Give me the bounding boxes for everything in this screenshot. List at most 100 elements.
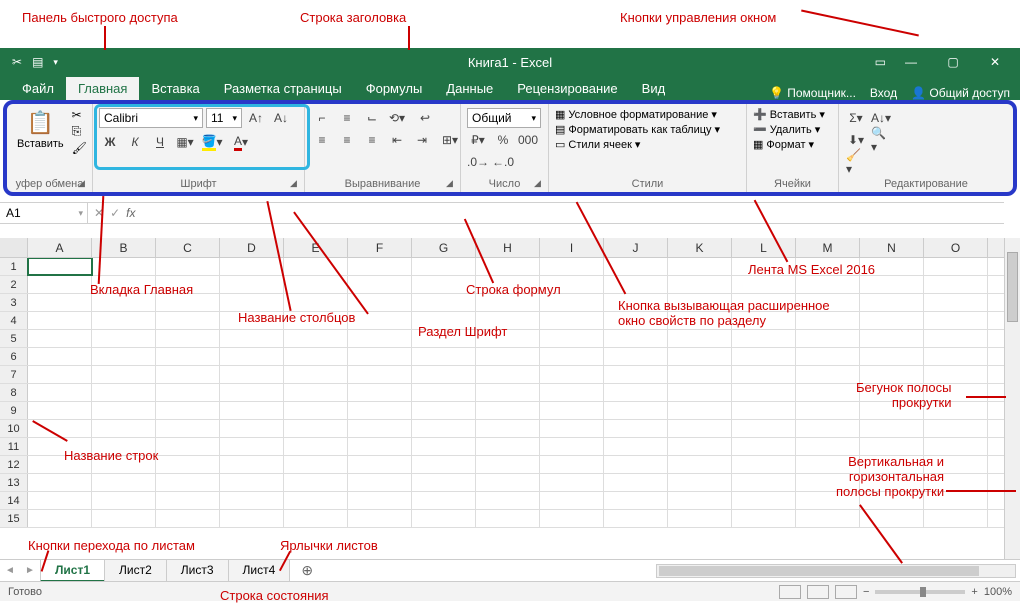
font-color-button[interactable]: A▾ — [228, 132, 254, 152]
cell[interactable] — [796, 420, 860, 437]
cell[interactable] — [668, 276, 732, 293]
cell[interactable] — [92, 510, 156, 527]
column-header[interactable]: J — [604, 238, 668, 257]
row-header[interactable]: 3 — [0, 294, 28, 311]
cell[interactable] — [476, 402, 540, 419]
cell[interactable] — [924, 420, 988, 437]
cell[interactable] — [412, 456, 476, 473]
tab-insert[interactable]: Вставка — [139, 77, 211, 100]
cell[interactable] — [476, 474, 540, 491]
view-pagelayout-icon[interactable] — [807, 585, 829, 599]
cell[interactable] — [604, 276, 668, 293]
cell[interactable] — [156, 366, 220, 383]
comma-icon[interactable]: 000 — [517, 130, 539, 150]
cell[interactable] — [220, 420, 284, 437]
cell[interactable] — [860, 438, 924, 455]
cell[interactable] — [604, 402, 668, 419]
add-sheet-button[interactable]: ⊕ — [295, 562, 319, 579]
cell[interactable] — [924, 456, 988, 473]
cell[interactable] — [476, 348, 540, 365]
cell[interactable] — [604, 510, 668, 527]
cell[interactable] — [92, 348, 156, 365]
cell[interactable] — [924, 402, 988, 419]
column-header[interactable]: A — [28, 238, 92, 257]
percent-icon[interactable]: % — [492, 130, 514, 150]
zoom-in-button[interactable]: + — [971, 586, 977, 598]
cell[interactable] — [668, 402, 732, 419]
cell[interactable] — [348, 438, 412, 455]
cell[interactable] — [796, 384, 860, 401]
cell[interactable] — [668, 474, 732, 491]
cell[interactable] — [412, 294, 476, 311]
cell[interactable] — [28, 366, 92, 383]
cell-grid[interactable]: 123456789101112131415 — [0, 258, 1004, 559]
cell[interactable] — [412, 438, 476, 455]
italic-button[interactable]: К — [124, 132, 146, 152]
cell[interactable] — [348, 258, 412, 275]
cell[interactable] — [348, 294, 412, 311]
align-middle-icon[interactable]: ≡ — [336, 108, 358, 128]
cell[interactable] — [732, 402, 796, 419]
cell[interactable] — [220, 294, 284, 311]
cell[interactable] — [284, 348, 348, 365]
cell[interactable] — [476, 456, 540, 473]
cell[interactable] — [284, 276, 348, 293]
orientation-icon[interactable]: ⟲▾ — [386, 108, 408, 128]
horizontal-scrollbar[interactable] — [656, 564, 1016, 578]
cell[interactable] — [924, 492, 988, 509]
cell[interactable] — [412, 276, 476, 293]
clipboard-launcher[interactable]: ◢ — [78, 178, 90, 190]
cell[interactable] — [796, 330, 860, 347]
cell[interactable] — [220, 366, 284, 383]
cell[interactable] — [348, 420, 412, 437]
cell[interactable] — [796, 312, 860, 329]
cell[interactable] — [412, 402, 476, 419]
cell[interactable] — [732, 366, 796, 383]
cell[interactable] — [476, 384, 540, 401]
share-button[interactable]: 👤 Общий доступ — [911, 86, 1010, 100]
cell[interactable] — [540, 474, 604, 491]
column-header[interactable]: N — [860, 238, 924, 257]
cell[interactable] — [796, 258, 860, 275]
column-header[interactable]: I — [540, 238, 604, 257]
cell[interactable] — [860, 420, 924, 437]
cell[interactable] — [668, 294, 732, 311]
cell[interactable] — [540, 402, 604, 419]
cell[interactable] — [412, 510, 476, 527]
cell[interactable] — [540, 456, 604, 473]
cell[interactable] — [796, 402, 860, 419]
cell[interactable] — [156, 330, 220, 347]
cell[interactable] — [348, 474, 412, 491]
cell[interactable] — [476, 312, 540, 329]
cell[interactable] — [28, 258, 92, 275]
cell[interactable] — [796, 438, 860, 455]
cell[interactable] — [92, 474, 156, 491]
cell[interactable] — [860, 456, 924, 473]
delete-cells-button[interactable]: ➖ Удалить ▾ — [753, 123, 820, 136]
format-painter-icon[interactable]: 🖌 — [72, 141, 87, 155]
cell[interactable] — [156, 510, 220, 527]
row-header[interactable]: 4 — [0, 312, 28, 329]
cell[interactable] — [92, 330, 156, 347]
align-center-icon[interactable]: ≡ — [336, 130, 358, 150]
column-header[interactable]: G — [412, 238, 476, 257]
cell[interactable] — [732, 510, 796, 527]
cell[interactable] — [348, 492, 412, 509]
align-top-icon[interactable]: ⌐ — [311, 108, 333, 128]
cell[interactable] — [540, 438, 604, 455]
cell[interactable] — [284, 420, 348, 437]
sheet-tab[interactable]: Лист1 — [40, 559, 105, 582]
cell[interactable] — [284, 456, 348, 473]
view-pagebreak-icon[interactable] — [835, 585, 857, 599]
cell[interactable] — [220, 276, 284, 293]
column-header[interactable]: C — [156, 238, 220, 257]
cell[interactable] — [156, 420, 220, 437]
sheet-tab[interactable]: Лист2 — [104, 559, 167, 582]
column-header[interactable]: O — [924, 238, 988, 257]
cell[interactable] — [476, 276, 540, 293]
cell[interactable] — [412, 348, 476, 365]
cell[interactable] — [668, 366, 732, 383]
view-normal-icon[interactable] — [779, 585, 801, 599]
cell[interactable] — [732, 492, 796, 509]
cell[interactable] — [348, 366, 412, 383]
